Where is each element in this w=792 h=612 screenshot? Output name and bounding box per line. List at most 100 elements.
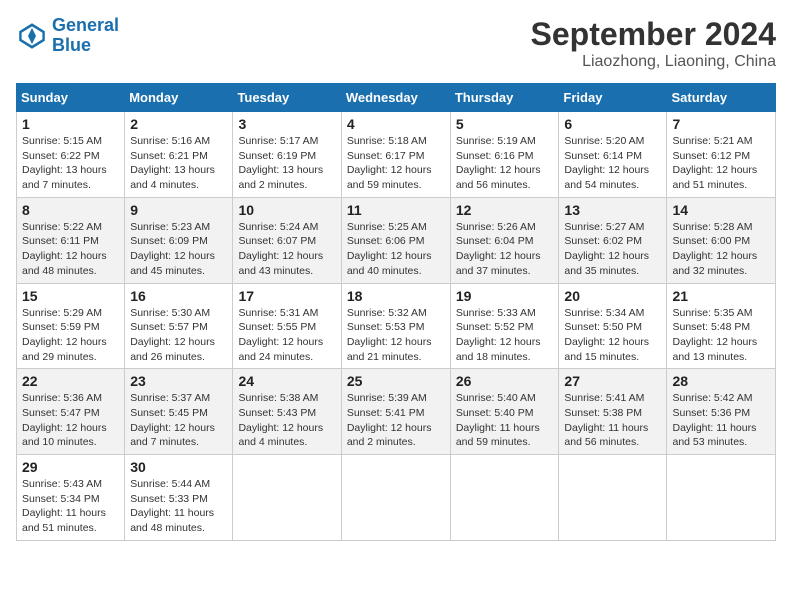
day-number: 24 — [238, 373, 335, 389]
day-cell: 7 Sunrise: 5:21 AM Sunset: 6:12 PM Daylig… — [667, 112, 776, 198]
day-info: Sunrise: 5:35 AM Sunset: 5:48 PM Dayligh… — [672, 306, 770, 365]
day-cell: 1 Sunrise: 5:15 AM Sunset: 6:22 PM Daylig… — [17, 112, 125, 198]
day-info: Sunrise: 5:21 AM Sunset: 6:12 PM Dayligh… — [672, 134, 770, 193]
day-number: 26 — [456, 373, 554, 389]
day-cell — [559, 455, 667, 541]
day-info: Sunrise: 5:31 AM Sunset: 5:55 PM Dayligh… — [238, 306, 335, 365]
day-number: 28 — [672, 373, 770, 389]
day-info: Sunrise: 5:16 AM Sunset: 6:21 PM Dayligh… — [130, 134, 227, 193]
column-header-sunday: Sunday — [17, 84, 125, 112]
page-subtitle: Liaozhong, Liaoning, China — [531, 53, 776, 71]
column-header-monday: Monday — [125, 84, 233, 112]
day-cell: 20 Sunrise: 5:34 AM Sunset: 5:50 PM Dayli… — [559, 283, 667, 369]
day-number: 19 — [456, 288, 554, 304]
day-cell: 16Sunrise: 5:30 AM Sunset: 5:57 PM Dayli… — [125, 283, 233, 369]
day-cell — [341, 455, 450, 541]
day-cell: 9 Sunrise: 5:23 AM Sunset: 6:09 PM Daylig… — [125, 197, 233, 283]
day-cell: 4 Sunrise: 5:18 AM Sunset: 6:17 PM Daylig… — [341, 112, 450, 198]
day-info: Sunrise: 5:26 AM Sunset: 6:04 PM Dayligh… — [456, 220, 554, 279]
logo-icon — [16, 20, 48, 52]
day-cell: 26 Sunrise: 5:40 AM Sunset: 5:40 PM Dayli… — [450, 369, 559, 455]
day-cell: 3Sunrise: 5:17 AM Sunset: 6:19 PM Daylig… — [233, 112, 341, 198]
day-number: 21 — [672, 288, 770, 304]
day-cell — [667, 455, 776, 541]
day-info: Sunrise: 5:20 AM Sunset: 6:14 PM Dayligh… — [564, 134, 661, 193]
day-info: Sunrise: 5:29 AM Sunset: 5:59 PM Dayligh… — [22, 306, 119, 365]
day-number: 5 — [456, 116, 554, 132]
day-cell: 29 Sunrise: 5:43 AM Sunset: 5:34 PM Dayli… — [17, 455, 125, 541]
day-info: Sunrise: 5:43 AM Sunset: 5:34 PM Dayligh… — [22, 477, 119, 536]
day-number: 18 — [347, 288, 445, 304]
day-number: 20 — [564, 288, 661, 304]
day-info: Sunrise: 5:28 AM Sunset: 6:00 PM Dayligh… — [672, 220, 770, 279]
day-number: 27 — [564, 373, 661, 389]
day-info: Sunrise: 5:33 AM Sunset: 5:52 PM Dayligh… — [456, 306, 554, 365]
day-cell: 8Sunrise: 5:22 AM Sunset: 6:11 PM Daylig… — [17, 197, 125, 283]
day-cell: 27 Sunrise: 5:41 AM Sunset: 5:38 PM Dayli… — [559, 369, 667, 455]
day-info: Sunrise: 5:38 AM Sunset: 5:43 PM Dayligh… — [238, 391, 335, 450]
day-info: Sunrise: 5:34 AM Sunset: 5:50 PM Dayligh… — [564, 306, 661, 365]
week-row-1: 1 Sunrise: 5:15 AM Sunset: 6:22 PM Daylig… — [17, 112, 776, 198]
day-cell: 11Sunrise: 5:25 AM Sunset: 6:06 PM Dayli… — [341, 197, 450, 283]
day-number: 22 — [22, 373, 119, 389]
day-info: Sunrise: 5:19 AM Sunset: 6:16 PM Dayligh… — [456, 134, 554, 193]
day-cell: 15 Sunrise: 5:29 AM Sunset: 5:59 PM Dayli… — [17, 283, 125, 369]
day-cell: 2Sunrise: 5:16 AM Sunset: 6:21 PM Daylig… — [125, 112, 233, 198]
page-title: September 2024 — [531, 16, 776, 53]
day-cell: 10Sunrise: 5:24 AM Sunset: 6:07 PM Dayli… — [233, 197, 341, 283]
day-info: Sunrise: 5:23 AM Sunset: 6:09 PM Dayligh… — [130, 220, 227, 279]
logo-text: General Blue — [52, 16, 119, 56]
week-row-4: 22 Sunrise: 5:36 AM Sunset: 5:47 PM Dayli… — [17, 369, 776, 455]
day-cell: 30 Sunrise: 5:44 AM Sunset: 5:33 PM Dayli… — [125, 455, 233, 541]
day-cell — [450, 455, 559, 541]
logo-blue: Blue — [52, 35, 91, 55]
day-number: 12 — [456, 202, 554, 218]
day-number: 29 — [22, 459, 119, 475]
day-number: 15 — [22, 288, 119, 304]
calendar-body: 1 Sunrise: 5:15 AM Sunset: 6:22 PM Daylig… — [17, 112, 776, 541]
column-header-thursday: Thursday — [450, 84, 559, 112]
day-number: 14 — [672, 202, 770, 218]
day-info: Sunrise: 5:41 AM Sunset: 5:38 PM Dayligh… — [564, 391, 661, 450]
column-header-friday: Friday — [559, 84, 667, 112]
day-number: 25 — [347, 373, 445, 389]
day-number: 1 — [22, 116, 119, 132]
day-info: Sunrise: 5:25 AM Sunset: 6:06 PM Dayligh… — [347, 220, 445, 279]
column-header-wednesday: Wednesday — [341, 84, 450, 112]
logo-general: General — [52, 15, 119, 35]
day-info: Sunrise: 5:32 AM Sunset: 5:53 PM Dayligh… — [347, 306, 445, 365]
header-row: SundayMondayTuesdayWednesdayThursdayFrid… — [17, 84, 776, 112]
day-number: 23 — [130, 373, 227, 389]
calendar-table: SundayMondayTuesdayWednesdayThursdayFrid… — [16, 83, 776, 541]
day-info: Sunrise: 5:27 AM Sunset: 6:02 PM Dayligh… — [564, 220, 661, 279]
day-number: 6 — [564, 116, 661, 132]
day-cell: 14 Sunrise: 5:28 AM Sunset: 6:00 PM Dayli… — [667, 197, 776, 283]
day-number: 9 — [130, 202, 227, 218]
day-info: Sunrise: 5:18 AM Sunset: 6:17 PM Dayligh… — [347, 134, 445, 193]
calendar-header: SundayMondayTuesdayWednesdayThursdayFrid… — [17, 84, 776, 112]
day-info: Sunrise: 5:36 AM Sunset: 5:47 PM Dayligh… — [22, 391, 119, 450]
day-info: Sunrise: 5:15 AM Sunset: 6:22 PM Dayligh… — [22, 134, 119, 193]
day-cell: 23Sunrise: 5:37 AM Sunset: 5:45 PM Dayli… — [125, 369, 233, 455]
day-number: 4 — [347, 116, 445, 132]
day-cell: 22 Sunrise: 5:36 AM Sunset: 5:47 PM Dayli… — [17, 369, 125, 455]
page-header: General Blue September 2024 Liaozhong, L… — [16, 16, 776, 71]
day-cell: 6 Sunrise: 5:20 AM Sunset: 6:14 PM Daylig… — [559, 112, 667, 198]
day-number: 16 — [130, 288, 227, 304]
week-row-5: 29 Sunrise: 5:43 AM Sunset: 5:34 PM Dayli… — [17, 455, 776, 541]
day-cell: 19 Sunrise: 5:33 AM Sunset: 5:52 PM Dayli… — [450, 283, 559, 369]
title-area: September 2024 Liaozhong, Liaoning, Chin… — [531, 16, 776, 71]
day-number: 13 — [564, 202, 661, 218]
day-cell: 17Sunrise: 5:31 AM Sunset: 5:55 PM Dayli… — [233, 283, 341, 369]
day-number: 10 — [238, 202, 335, 218]
day-number: 30 — [130, 459, 227, 475]
day-cell: 5 Sunrise: 5:19 AM Sunset: 6:16 PM Daylig… — [450, 112, 559, 198]
day-info: Sunrise: 5:44 AM Sunset: 5:33 PM Dayligh… — [130, 477, 227, 536]
day-info: Sunrise: 5:40 AM Sunset: 5:40 PM Dayligh… — [456, 391, 554, 450]
day-info: Sunrise: 5:42 AM Sunset: 5:36 PM Dayligh… — [672, 391, 770, 450]
day-cell — [233, 455, 341, 541]
day-cell: 24 Sunrise: 5:38 AM Sunset: 5:43 PM Dayli… — [233, 369, 341, 455]
day-cell: 13 Sunrise: 5:27 AM Sunset: 6:02 PM Dayli… — [559, 197, 667, 283]
day-cell: 28 Sunrise: 5:42 AM Sunset: 5:36 PM Dayli… — [667, 369, 776, 455]
day-number: 7 — [672, 116, 770, 132]
